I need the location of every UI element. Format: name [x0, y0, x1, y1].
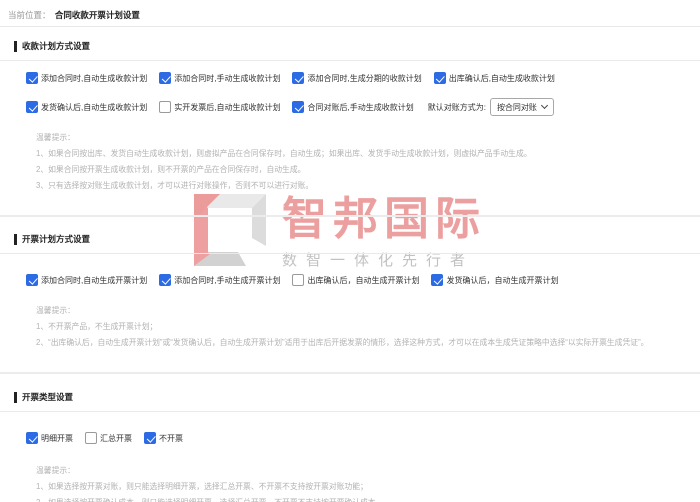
checkbox-checked[interactable] [292, 101, 304, 113]
section-header-receipt-plan: 收款计划方式设置 [14, 40, 700, 52]
checkbox-row: 明细开票 汇总开票 不开票 [26, 432, 700, 444]
checkbox-label: 出库确认后,自动生成收款计划 [449, 73, 555, 84]
checkbox-item[interactable]: 发货确认后，自动生成开票计划 [431, 274, 558, 286]
checkbox-label: 添加合同时,自动生成开票计划 [41, 275, 147, 286]
checkbox-checked[interactable] [434, 72, 446, 84]
checkbox-label: 合同对账后,手动生成收款计划 [307, 102, 413, 113]
checkbox-item[interactable]: 添加合同时,自动生成收款计划 [26, 72, 147, 84]
checkbox-item[interactable]: 合同对账后,手动生成收款计划 [292, 101, 413, 113]
section-title-bar [14, 41, 17, 52]
checkbox-item[interactable]: 实开发票后,自动生成收款计划 [159, 101, 280, 113]
breadcrumb-prefix: 当前位置： [8, 10, 51, 20]
checkbox-item[interactable]: 出库确认后,自动生成收款计划 [434, 72, 555, 84]
checkbox-label: 明细开票 [41, 433, 73, 444]
checkbox-checked[interactable] [26, 72, 38, 84]
checkbox-item[interactable]: 不开票 [144, 432, 183, 444]
checkbox-label: 发货确认后，自动生成开票计划 [446, 275, 558, 286]
checkbox-checked[interactable] [26, 432, 38, 444]
checkbox-label: 添加合同时,自动生成收款计划 [41, 73, 147, 84]
tips-title: 温馨提示： [36, 303, 700, 319]
section-title-bar [14, 392, 17, 403]
tip-line: 2、“出库确认后，自动生成开票计划”或“发货确认后，自动生成开票计划”适用于出库… [36, 335, 700, 351]
checkbox-label: 汇总开票 [100, 433, 132, 444]
checkbox-checked[interactable] [26, 274, 38, 286]
divider [0, 253, 700, 254]
checkbox-checked[interactable] [431, 274, 443, 286]
section-header-invoice-type: 开票类型设置 [14, 391, 700, 403]
checkbox-label: 出库确认后，自动生成开票计划 [307, 275, 419, 286]
checkbox-item[interactable]: 发货确认后,自动生成收款计划 [26, 101, 147, 113]
tip-line: 1、如果选择按开票对账，则只能选择明细开票，选择汇总开票、不开票不支持按开票对账… [36, 479, 700, 495]
checkbox-item[interactable]: 汇总开票 [85, 432, 132, 444]
checkbox-item[interactable]: 明细开票 [26, 432, 73, 444]
tip-line: 2、如果选择按开票确认成本，则只能选择明细开票，选择汇总开票、不开票不支持按开票… [36, 495, 700, 502]
section-invoice-plan: 开票计划方式设置添加合同时,自动生成开票计划 添加合同时,手动生成开票计划 出库确认… [0, 233, 700, 351]
section-receipt-plan: 收款计划方式设置添加合同时,自动生成收款计划添加合同时,手动生成收款计划添加合同… [0, 40, 700, 194]
tip-line: 1、如果合同按出库、发货自动生成收款计划，则虚拟产品在合同保存时，自动生成；如果… [36, 146, 700, 162]
checkbox-label: 添加合同时,手动生成收款计划 [174, 73, 280, 84]
divider [0, 411, 700, 412]
settings-page: 智邦国际 数智一体化先行者 当前位置： 合同收款开票计划设置 收款计划方式设置添… [0, 0, 700, 502]
checkbox-label: 实开发票后,自动生成收款计划 [174, 102, 280, 113]
section-title-bar [14, 234, 17, 245]
section-separator [0, 372, 700, 374]
select-value: 按合同对账 [497, 102, 537, 113]
section-header-invoice-plan: 开票计划方式设置 [14, 233, 700, 245]
checkbox-item[interactable]: 添加合同时,手动生成收款计划 [159, 72, 280, 84]
section-invoice-type: 开票类型设置明细开票 汇总开票 不开票温馨提示：1、如果选择按开票对账，则只能选择明… [0, 391, 700, 502]
checkbox-item[interactable]: 出库确认后，自动生成开票计划 [292, 274, 419, 286]
section-title: 开票计划方式设置 [22, 233, 90, 245]
tips-block-invoice-type: 温馨提示：1、如果选择按开票对账，则只能选择明细开票，选择汇总开票、不开票不支持… [36, 463, 700, 502]
checkbox-item[interactable]: 添加合同时,自动生成开票计划 [26, 274, 147, 286]
section-title: 开票类型设置 [22, 391, 73, 403]
checkbox-checked[interactable] [292, 72, 304, 84]
section-title: 收款计划方式设置 [22, 40, 90, 52]
tips-block-receipt-plan: 温馨提示：1、如果合同按出库、发货自动生成收款计划，则虚拟产品在合同保存时，自动… [36, 130, 700, 194]
checkbox-label: 添加合同时,手动生成开票计划 [174, 275, 280, 286]
reconcile-mode-select[interactable]: 按合同对账 [490, 98, 554, 116]
divider [0, 60, 700, 61]
checkbox-label: 不开票 [159, 433, 183, 444]
tip-line: 2、如果合同按开票生成收款计划，则不开票的产品在合同保存时，自动生成。 [36, 162, 700, 178]
checkbox-label: 发货确认后,自动生成收款计划 [41, 102, 147, 113]
checkbox-checked[interactable] [159, 274, 171, 286]
checkbox-checked[interactable] [144, 432, 156, 444]
checkbox-unchecked[interactable] [292, 274, 304, 286]
checkbox-row: 发货确认后,自动生成收款计划 实开发票后,自动生成收款计划 合同对账后,手动生成收款… [26, 98, 700, 116]
section-separator [0, 215, 700, 217]
checkbox-unchecked[interactable] [159, 101, 171, 113]
sections-container: 收款计划方式设置添加合同时,自动生成收款计划添加合同时,手动生成收款计划添加合同… [0, 40, 700, 502]
tips-block-invoice-plan: 温馨提示：1、不开票产品，不生成开票计划；2、“出库确认后，自动生成开票计划”或… [36, 303, 700, 351]
breadcrumb: 当前位置： 合同收款开票计划设置 [0, 0, 700, 27]
tip-line: 3、只有选择按对账生成收款计划，才可以进行对账操作，否则不可以进行对账。 [36, 178, 700, 194]
tips-title: 温馨提示： [36, 130, 700, 146]
checkbox-checked[interactable] [26, 101, 38, 113]
chevron-down-icon [541, 102, 548, 109]
tip-line: 1、不开票产品，不生成开票计划； [36, 319, 700, 335]
checkbox-checked[interactable] [159, 72, 171, 84]
checkbox-item[interactable]: 添加合同时,手动生成开票计划 [159, 274, 280, 286]
page-title: 合同收款开票计划设置 [55, 10, 140, 20]
tips-title: 温馨提示： [36, 463, 700, 479]
checkbox-item[interactable]: 添加合同时,生成分期的收款计划 [292, 72, 421, 84]
checkbox-unchecked[interactable] [85, 432, 97, 444]
checkbox-row: 添加合同时,自动生成收款计划 添加合同时,手动生成收款计划 添加合同时,生成分期的收… [26, 72, 700, 84]
checkbox-row: 添加合同时,自动生成开票计划 添加合同时,手动生成开票计划 出库确认后，自动生成开票… [26, 274, 700, 286]
default-reconcile-mode-label: 默认对账方式为: [428, 102, 486, 113]
checkbox-label: 添加合同时,生成分期的收款计划 [307, 73, 421, 84]
